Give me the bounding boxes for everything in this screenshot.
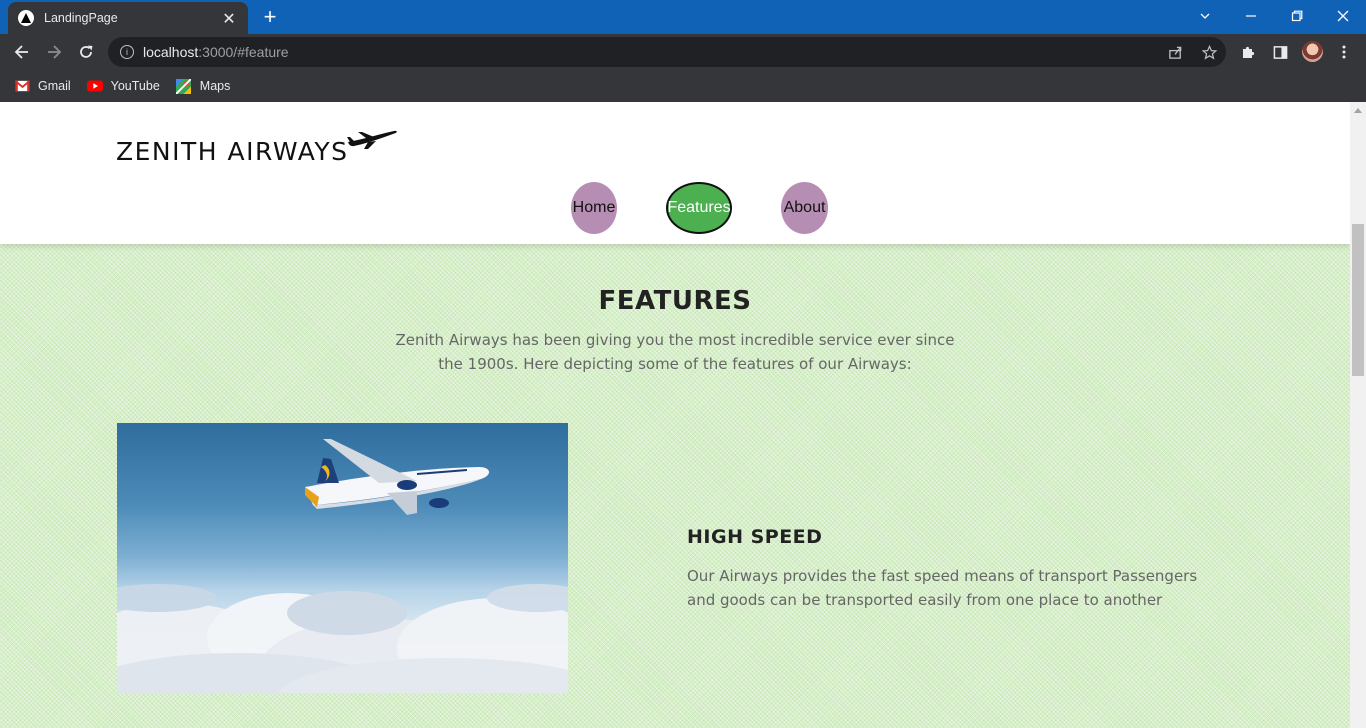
page-scrollbar[interactable]: [1350, 102, 1366, 728]
airplane-over-clouds-image: [117, 423, 568, 693]
share-icon[interactable]: [1166, 43, 1184, 61]
bookmark-maps[interactable]: Maps: [176, 78, 231, 94]
maps-icon: [176, 78, 192, 94]
page-viewport: ZENITH AIRWAYS Home Features About FEATU…: [0, 102, 1350, 728]
reload-icon[interactable]: [72, 38, 100, 66]
tab-search-icon[interactable]: [1182, 0, 1228, 32]
minimize-button[interactable]: [1228, 0, 1274, 32]
tab-title: LandingPage: [44, 11, 118, 25]
nav-home-button[interactable]: Home: [571, 182, 617, 234]
restore-button[interactable]: [1274, 0, 1320, 32]
airplane-logo-icon: [347, 130, 397, 149]
scroll-up-arrow-icon[interactable]: [1354, 108, 1362, 113]
gmail-icon: [14, 79, 30, 93]
site-info-icon[interactable]: i: [120, 45, 134, 59]
browser-menu-icon[interactable]: [1334, 42, 1354, 62]
features-subtitle: Zenith Airways has been giving you the m…: [395, 331, 955, 373]
nav-features-button[interactable]: Features: [666, 182, 732, 234]
features-heading: FEATURES: [598, 286, 752, 316]
browser-toolbar: i localhost:3000/#feature: [0, 34, 1366, 70]
browser-tab[interactable]: LandingPage ✕: [8, 2, 248, 34]
address-bar[interactable]: i localhost:3000/#feature: [108, 37, 1226, 67]
extensions-puzzle-icon[interactable]: [1238, 42, 1258, 62]
forward-arrow-icon[interactable]: [40, 38, 68, 66]
feature-text-high-speed: Our Airways provides the fast speed mean…: [687, 567, 1198, 609]
nav-about-button[interactable]: About: [781, 182, 828, 234]
tab-favicon-icon: [18, 10, 34, 26]
scrollbar-thumb[interactable]: [1352, 224, 1364, 376]
bookmark-maps-label: Maps: [199, 79, 231, 93]
bookmark-star-icon[interactable]: [1200, 43, 1218, 61]
main-nav: Home Features About: [0, 182, 1350, 234]
tab-close-icon[interactable]: ✕: [220, 9, 238, 28]
new-tab-button[interactable]: +: [258, 4, 282, 29]
features-section: FEATURES Zenith Airways has been giving …: [0, 244, 1350, 728]
feature-title-high-speed: HIGH SPEED: [687, 526, 823, 548]
url-path: :3000/#feature: [198, 44, 289, 60]
bookmark-gmail-label: Gmail: [38, 79, 71, 93]
back-arrow-icon[interactable]: [8, 38, 36, 66]
brand-logo-text[interactable]: ZENITH AIRWAYS: [116, 137, 349, 166]
close-window-button[interactable]: [1320, 0, 1366, 32]
bookmarks-bar: Gmail YouTube Maps: [0, 70, 1366, 102]
site-header: ZENITH AIRWAYS Home Features About: [0, 102, 1350, 244]
bookmark-youtube[interactable]: YouTube: [86, 79, 160, 93]
browser-titlebar: LandingPage ✕ +: [0, 0, 1366, 34]
youtube-icon: [86, 79, 103, 93]
url-text: localhost:3000/#feature: [143, 44, 289, 60]
url-host: localhost: [143, 44, 199, 60]
bookmark-gmail[interactable]: Gmail: [14, 79, 71, 93]
side-panel-icon[interactable]: [1270, 42, 1290, 62]
bookmark-youtube-label: YouTube: [110, 79, 160, 93]
profile-avatar[interactable]: [1302, 41, 1323, 62]
